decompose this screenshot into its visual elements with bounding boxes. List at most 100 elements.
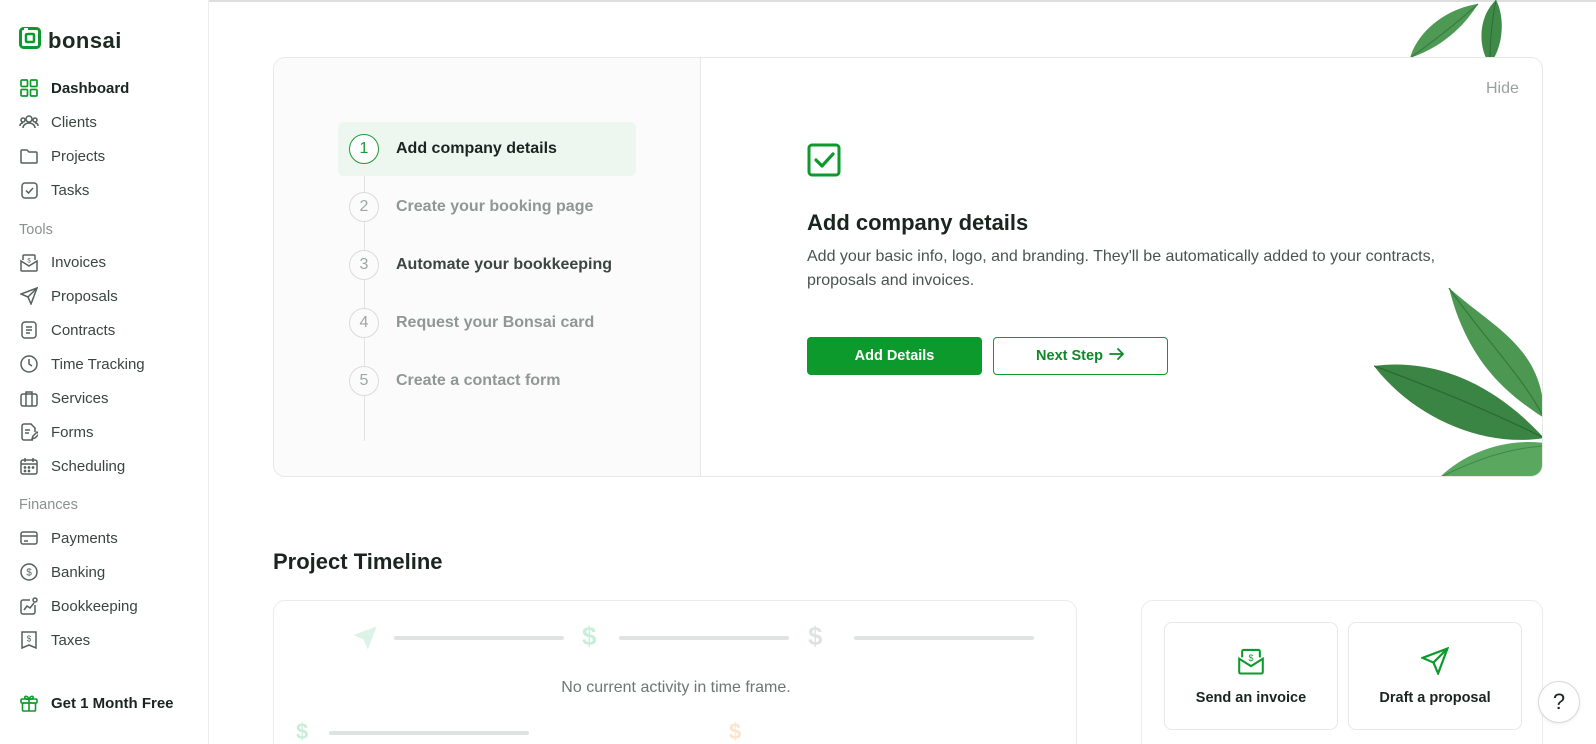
section-label-finances: Finances	[19, 497, 78, 513]
onboarding-step-2[interactable]: 2 Create your booking page	[338, 180, 636, 234]
hide-onboarding-link[interactable]: Hide	[1486, 80, 1519, 98]
sidebar-item-scheduling[interactable]: Scheduling	[19, 453, 199, 479]
next-step-label: Next Step	[1036, 348, 1103, 364]
send-icon	[1419, 646, 1450, 680]
sidebar-item-time-tracking[interactable]: Time Tracking	[19, 351, 199, 377]
draft-proposal-action[interactable]: Draft a proposal	[1348, 622, 1522, 730]
help-button[interactable]: ?	[1538, 681, 1580, 723]
onboarding-step-3[interactable]: 3 Automate your bookkeeping	[338, 238, 636, 292]
sidebar-item-contracts[interactable]: Contracts	[19, 317, 199, 343]
timeline-placeholder-bar	[329, 731, 529, 735]
tax-icon: $	[19, 630, 39, 650]
sidebar-item-label: Projects	[51, 147, 106, 165]
sidebar-item-label: Contracts	[51, 321, 116, 339]
gift-icon	[19, 693, 39, 713]
dollar-circle-icon: $	[19, 562, 39, 582]
quick-actions-panel: $ Send an invoice Draft a proposal	[1141, 600, 1543, 744]
timeline-placeholder-bar	[854, 636, 1034, 640]
leaf-decoration-top	[1408, 0, 1518, 63]
step-label: Add company details	[396, 140, 557, 157]
sidebar-item-label: Taxes	[51, 631, 91, 649]
chart-icon	[19, 596, 39, 616]
document-icon	[19, 320, 39, 340]
checkbox-checked-icon	[807, 143, 841, 182]
dollar-icon: $	[582, 621, 597, 651]
next-step-button[interactable]: Next Step	[993, 337, 1168, 375]
step-label: Create your booking page	[396, 198, 594, 215]
timeline-placeholder-bar	[619, 636, 789, 640]
brand-logo[interactable]: bonsai	[19, 27, 122, 54]
step-number: 3	[349, 250, 379, 280]
bonsai-logo-icon	[19, 27, 41, 54]
onboarding-detail-title: Add company details	[807, 210, 1029, 235]
sidebar-item-label: Clients	[51, 113, 97, 131]
sidebar-item-label: Scheduling	[51, 457, 126, 475]
sidebar-item-bookkeeping[interactable]: Bookkeeping	[19, 593, 199, 619]
sidebar-item-clients[interactable]: Clients	[19, 109, 199, 135]
sidebar-item-payments[interactable]: Payments	[19, 525, 199, 551]
dollar-icon: $	[296, 719, 309, 744]
onboarding-step-5[interactable]: 5 Create a contact form	[338, 354, 636, 408]
sidebar-item-label: Banking	[51, 563, 106, 581]
sidebar-item-label: Proposals	[51, 287, 118, 305]
send-icon	[19, 286, 39, 306]
svg-text:$: $	[1249, 653, 1254, 663]
sidebar-item-dashboard[interactable]: Dashboard	[19, 75, 199, 101]
top-border	[0, 0, 1596, 2]
sidebar-item-taxes[interactable]: $ Taxes	[19, 627, 199, 653]
folder-icon	[19, 146, 39, 166]
checkbox-icon	[19, 180, 39, 200]
form-icon	[19, 422, 39, 442]
action-label: Send an invoice	[1195, 689, 1307, 706]
onboarding-steps-list: 1 Add company details 2 Create your book…	[274, 58, 701, 476]
svg-text:$: $	[26, 568, 32, 579]
sidebar-item-tasks[interactable]: Tasks	[19, 177, 199, 203]
onboarding-card: 1 Add company details 2 Create your book…	[273, 57, 1543, 477]
sidebar-item-forms[interactable]: Forms	[19, 419, 199, 445]
sidebar-item-projects[interactable]: Projects	[19, 143, 199, 169]
calendar-icon	[19, 456, 39, 476]
step-number: 5	[349, 366, 379, 396]
invoice-icon: $	[1237, 647, 1265, 680]
project-timeline-title: Project Timeline	[273, 549, 443, 574]
add-details-button[interactable]: Add Details	[807, 337, 982, 375]
sidebar-item-label: Invoices	[51, 253, 107, 271]
briefcase-icon	[19, 388, 39, 408]
step-number: 2	[349, 192, 379, 222]
step-number: 1	[349, 134, 379, 164]
svg-text:$: $	[27, 635, 32, 644]
sidebar-item-label: Tasks	[51, 181, 90, 199]
step-label: Automate your bookkeeping	[396, 256, 613, 273]
send-invoice-action[interactable]: $ Send an invoice	[1164, 622, 1338, 730]
arrow-right-icon	[1109, 348, 1125, 364]
sidebar-item-invoices[interactable]: $ Invoices	[19, 249, 199, 275]
project-timeline-panel: $ $ $ $ No current activity in time fram…	[273, 600, 1077, 744]
svg-text:$: $	[27, 258, 31, 264]
users-icon	[19, 112, 39, 132]
onboarding-step-1[interactable]: 1 Add company details	[338, 122, 636, 176]
step-label: Request your Bonsai card	[396, 314, 595, 331]
onboarding-step-4[interactable]: 4 Request your Bonsai card	[338, 296, 636, 350]
clock-icon	[19, 354, 39, 374]
promo-label: Get 1 Month Free	[51, 694, 174, 712]
sidebar-item-label: Payments	[51, 529, 118, 547]
sidebar-item-proposals[interactable]: Proposals	[19, 283, 199, 309]
dollar-icon: $	[808, 621, 823, 651]
get-free-month-link[interactable]: Get 1 Month Free	[19, 690, 199, 716]
send-icon	[352, 625, 378, 656]
leaf-decoration-card	[1373, 287, 1542, 476]
card-icon	[19, 528, 39, 548]
grid-icon	[19, 78, 39, 98]
sidebar-item-services[interactable]: Services	[19, 385, 199, 411]
sidebar-item-label: Time Tracking	[51, 355, 145, 373]
timeline-placeholder-bar	[394, 636, 564, 640]
step-number: 4	[349, 308, 379, 338]
sidebar-item-label: Bookkeeping	[51, 597, 138, 615]
timeline-empty-message: No current activity in time frame.	[561, 679, 791, 696]
action-label: Draft a proposal	[1379, 689, 1491, 706]
invoice-icon: $	[19, 252, 39, 272]
sidebar: bonsai Dashboard Clients Projects Tasks …	[0, 0, 209, 744]
dollar-icon: $	[729, 719, 742, 744]
sidebar-item-banking[interactable]: $ Banking	[19, 559, 199, 585]
step-label: Create a contact form	[396, 372, 561, 389]
